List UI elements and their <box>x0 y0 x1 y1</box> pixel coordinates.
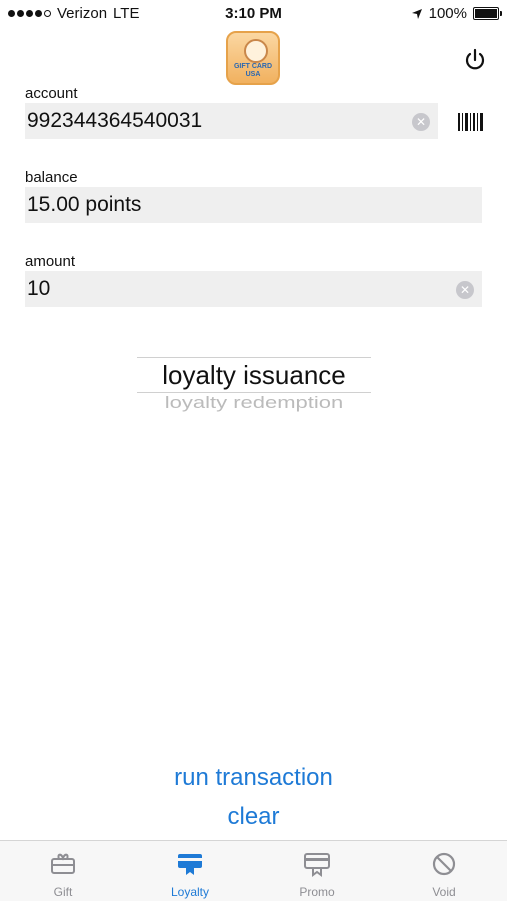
amount-clear-icon[interactable]: ✕ <box>456 281 474 299</box>
amount-field[interactable]: 10 <box>25 271 482 307</box>
amount-value: 10 <box>27 277 51 300</box>
loyalty-card-icon <box>178 854 202 875</box>
logo-text: GIFT CARD USA <box>233 63 273 78</box>
tab-loyalty[interactable]: Loyalty <box>127 841 253 901</box>
balance-field: 15.00 points <box>25 187 482 223</box>
tab-void[interactable]: Void <box>381 841 507 901</box>
status-right: 100% <box>411 5 502 22</box>
account-value: 992344364540031 <box>27 109 203 132</box>
power-icon[interactable] <box>462 47 488 73</box>
run-transaction-button[interactable]: run transaction <box>0 764 507 792</box>
tab-promo[interactable]: Promo <box>254 841 380 901</box>
tab-gift-label: Gift <box>53 885 73 899</box>
tab-gift[interactable]: Gift <box>0 841 126 901</box>
picker-selected-option[interactable]: loyalty issuance <box>137 357 371 393</box>
status-bar: Verizon LTE 3:10 PM 100% <box>0 0 507 28</box>
tab-bar: Gift Loyalty Promo Void <box>0 840 507 901</box>
gift-icon <box>51 853 75 874</box>
account-field[interactable]: 992344364540031 <box>25 103 438 139</box>
barcode-scan-icon[interactable] <box>458 113 484 131</box>
amount-label: amount <box>25 253 76 270</box>
tab-promo-label: Promo <box>299 885 335 899</box>
tab-void-label: Void <box>432 885 456 899</box>
logo-face-icon <box>244 39 268 63</box>
clear-button[interactable]: clear <box>0 803 507 831</box>
account-label: account <box>25 85 78 102</box>
battery-percent: 100% <box>428 5 467 22</box>
balance-value: 15.00 points <box>27 193 142 216</box>
transaction-type-picker[interactable]: loyalty issuance loyalty redemption <box>137 357 371 413</box>
tab-loyalty-label: Loyalty <box>170 885 210 899</box>
balance-label: balance <box>25 169 78 186</box>
void-icon <box>432 852 456 876</box>
picker-option-redemption[interactable]: loyalty redemption <box>137 393 371 413</box>
battery-icon <box>473 7 502 20</box>
location-arrow-icon <box>411 8 422 19</box>
account-clear-icon[interactable]: ✕ <box>412 113 430 131</box>
app-logo: GIFT CARD USA <box>226 31 280 85</box>
promo-card-icon <box>304 853 330 877</box>
